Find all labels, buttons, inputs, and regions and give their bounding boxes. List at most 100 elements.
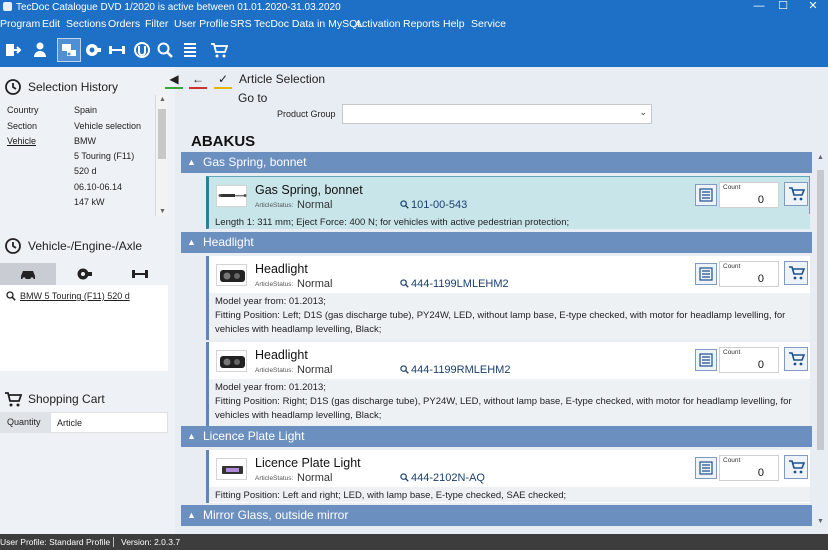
collapse-icon[interactable]: ▲ (187, 426, 196, 447)
collapse-icon[interactable]: ▲ (187, 152, 196, 173)
menu-tecdoc-mysql[interactable]: TecDoc Data in MySQL (254, 15, 363, 33)
article-number-link[interactable]: 444-1199RMLEHM2 (400, 364, 510, 376)
details-button[interactable] (695, 263, 717, 285)
scroll-thumb[interactable] (817, 170, 824, 450)
menu-sections[interactable]: Sections (66, 15, 106, 33)
group-header[interactable]: ▲ Licence Plate Light (181, 426, 812, 447)
menu-help[interactable]: Help (443, 15, 465, 33)
scroll-down-icon[interactable]: ▼ (816, 518, 825, 525)
axle-button[interactable] (105, 38, 129, 62)
exit-icon (6, 44, 22, 56)
collapse-icon[interactable]: ▲ (187, 505, 196, 526)
universal-parts-button[interactable] (130, 38, 154, 62)
article-list-scrollbar[interactable]: ▲ ▼ (813, 152, 828, 527)
article-card[interactable]: Headlight ArticleStatus: Normal 444-1199… (206, 256, 810, 340)
details-button[interactable] (695, 349, 717, 371)
vehicle-selection-button[interactable] (57, 38, 81, 62)
article-card[interactable]: Licence Plate Light ArticleStatus: Norma… (206, 450, 810, 503)
group-header[interactable]: ▲ Gas Spring, bonnet (181, 152, 812, 173)
status-version: Version: 2.0.3.7 (121, 537, 181, 547)
goto-label: Go to (238, 91, 268, 105)
group-header[interactable]: ▲ Headlight (181, 232, 812, 253)
history-row[interactable]: Vehicle BMW (0, 136, 155, 151)
add-to-cart-button[interactable] (784, 182, 808, 206)
article-info-line: Length 1: 311 mm; Eject Force: 400 N; fo… (215, 217, 570, 228)
product-group-select[interactable]: ⌄ (342, 104, 652, 124)
article-name[interactable]: Headlight (255, 262, 308, 276)
menu-filter[interactable]: Filter (145, 15, 168, 33)
count-label: Count (723, 457, 741, 464)
chevron-down-icon[interactable]: ⌄ (639, 107, 647, 118)
universal-icon (134, 42, 150, 58)
add-to-cart-button[interactable] (784, 455, 808, 479)
arrow-left-icon: ← (192, 72, 204, 86)
article-info-line: Model year from: 01.2013; (215, 296, 326, 307)
article-thumbnail (216, 185, 247, 207)
menu-user-profile[interactable]: User Profile (174, 15, 229, 33)
article-card[interactable]: Headlight ArticleStatus: Normal 444-1199… (206, 342, 810, 426)
article-name[interactable]: Gas Spring, bonnet (255, 183, 363, 197)
cart-button[interactable] (207, 38, 231, 62)
tab-axle[interactable] (112, 263, 168, 285)
history-row: Country Spain (0, 105, 155, 120)
menu-reports[interactable]: Reports (403, 15, 440, 33)
scroll-up-icon[interactable]: ▲ (816, 154, 825, 161)
menu-program[interactable]: Program (0, 15, 40, 33)
tab-engine[interactable] (56, 263, 112, 285)
menu-activation[interactable]: Activation (355, 15, 401, 33)
article-status-label: ArticleStatus: (255, 367, 294, 374)
count-input[interactable]: Count 0 (719, 261, 779, 287)
add-to-cart-button[interactable] (784, 261, 808, 285)
count-value[interactable]: 0 (758, 359, 764, 371)
nav-back-button[interactable]: ← (187, 69, 209, 89)
scroll-down-icon[interactable]: ▼ (158, 208, 167, 215)
history-key-vehicle-link[interactable]: Vehicle (7, 136, 36, 146)
menu-orders[interactable]: Orders (108, 15, 140, 33)
count-input[interactable]: Count 0 (719, 182, 779, 208)
count-input[interactable]: Count 0 (719, 455, 779, 481)
count-input[interactable]: Count 0 (719, 347, 779, 373)
engine-button[interactable] (81, 38, 105, 62)
close-button[interactable]: ✕ (790, 0, 828, 15)
article-status-value: Normal (297, 472, 333, 484)
details-button[interactable] (695, 457, 717, 479)
count-value[interactable]: 0 (758, 273, 764, 285)
cart-col-quantity[interactable]: Quantity (0, 412, 50, 433)
article-card[interactable]: Gas Spring, bonnet ArticleStatus: Normal… (206, 176, 810, 229)
menu-edit[interactable]: Edit (42, 15, 60, 33)
cart-col-article[interactable]: Article (50, 412, 168, 433)
group-name: Headlight (203, 235, 254, 249)
article-info: Length 1: 311 mm; Eject Force: 400 N; fo… (209, 214, 810, 229)
collapse-icon[interactable]: ▲ (187, 232, 196, 253)
history-scrollbar[interactable]: ▲ ▼ (155, 95, 168, 216)
details-button[interactable] (695, 184, 717, 206)
menu-srs[interactable]: SRS (230, 15, 252, 33)
add-to-cart-button[interactable] (784, 347, 808, 371)
search-button[interactable] (153, 38, 177, 62)
count-value[interactable]: 0 (758, 194, 764, 206)
article-name[interactable]: Licence Plate Light (255, 456, 361, 470)
menu-service[interactable]: Service (471, 15, 506, 33)
article-number-link[interactable]: 101-00-543 (400, 199, 467, 211)
scroll-up-icon[interactable]: ▲ (158, 96, 167, 103)
article-name[interactable]: Headlight (255, 348, 308, 362)
scroll-thumb[interactable] (158, 109, 166, 159)
article-number-link[interactable]: 444-2102N-AQ (400, 472, 485, 484)
history-row: 5 Touring (F11) (0, 151, 155, 166)
vehicle-panel-title: Vehicle-/Engine-/Axle (28, 239, 143, 253)
article-number-link[interactable]: 444-1199LMLEHM2 (400, 278, 509, 290)
user-button[interactable] (28, 38, 52, 62)
exit-button[interactable] (1, 38, 25, 62)
tab-vehicle[interactable] (0, 263, 56, 285)
group-header[interactable]: ▲ Mirror Glass, outside mirror (181, 505, 812, 526)
group-name: Licence Plate Light (203, 429, 305, 443)
article-status-value: Normal (297, 364, 333, 376)
count-value[interactable]: 0 (758, 467, 764, 479)
selected-vehicle-link[interactable]: BMW 5 Touring (F11) 520 d (6, 291, 130, 301)
status-bar: User Profile: Standard Profile Version: … (0, 534, 828, 550)
nav-first-button[interactable]: ◀ (163, 69, 185, 89)
history-value: BMW (74, 136, 96, 146)
engine-icon (77, 268, 92, 280)
list-button[interactable] (178, 38, 202, 62)
nav-confirm-button[interactable]: ✓ (212, 69, 234, 89)
